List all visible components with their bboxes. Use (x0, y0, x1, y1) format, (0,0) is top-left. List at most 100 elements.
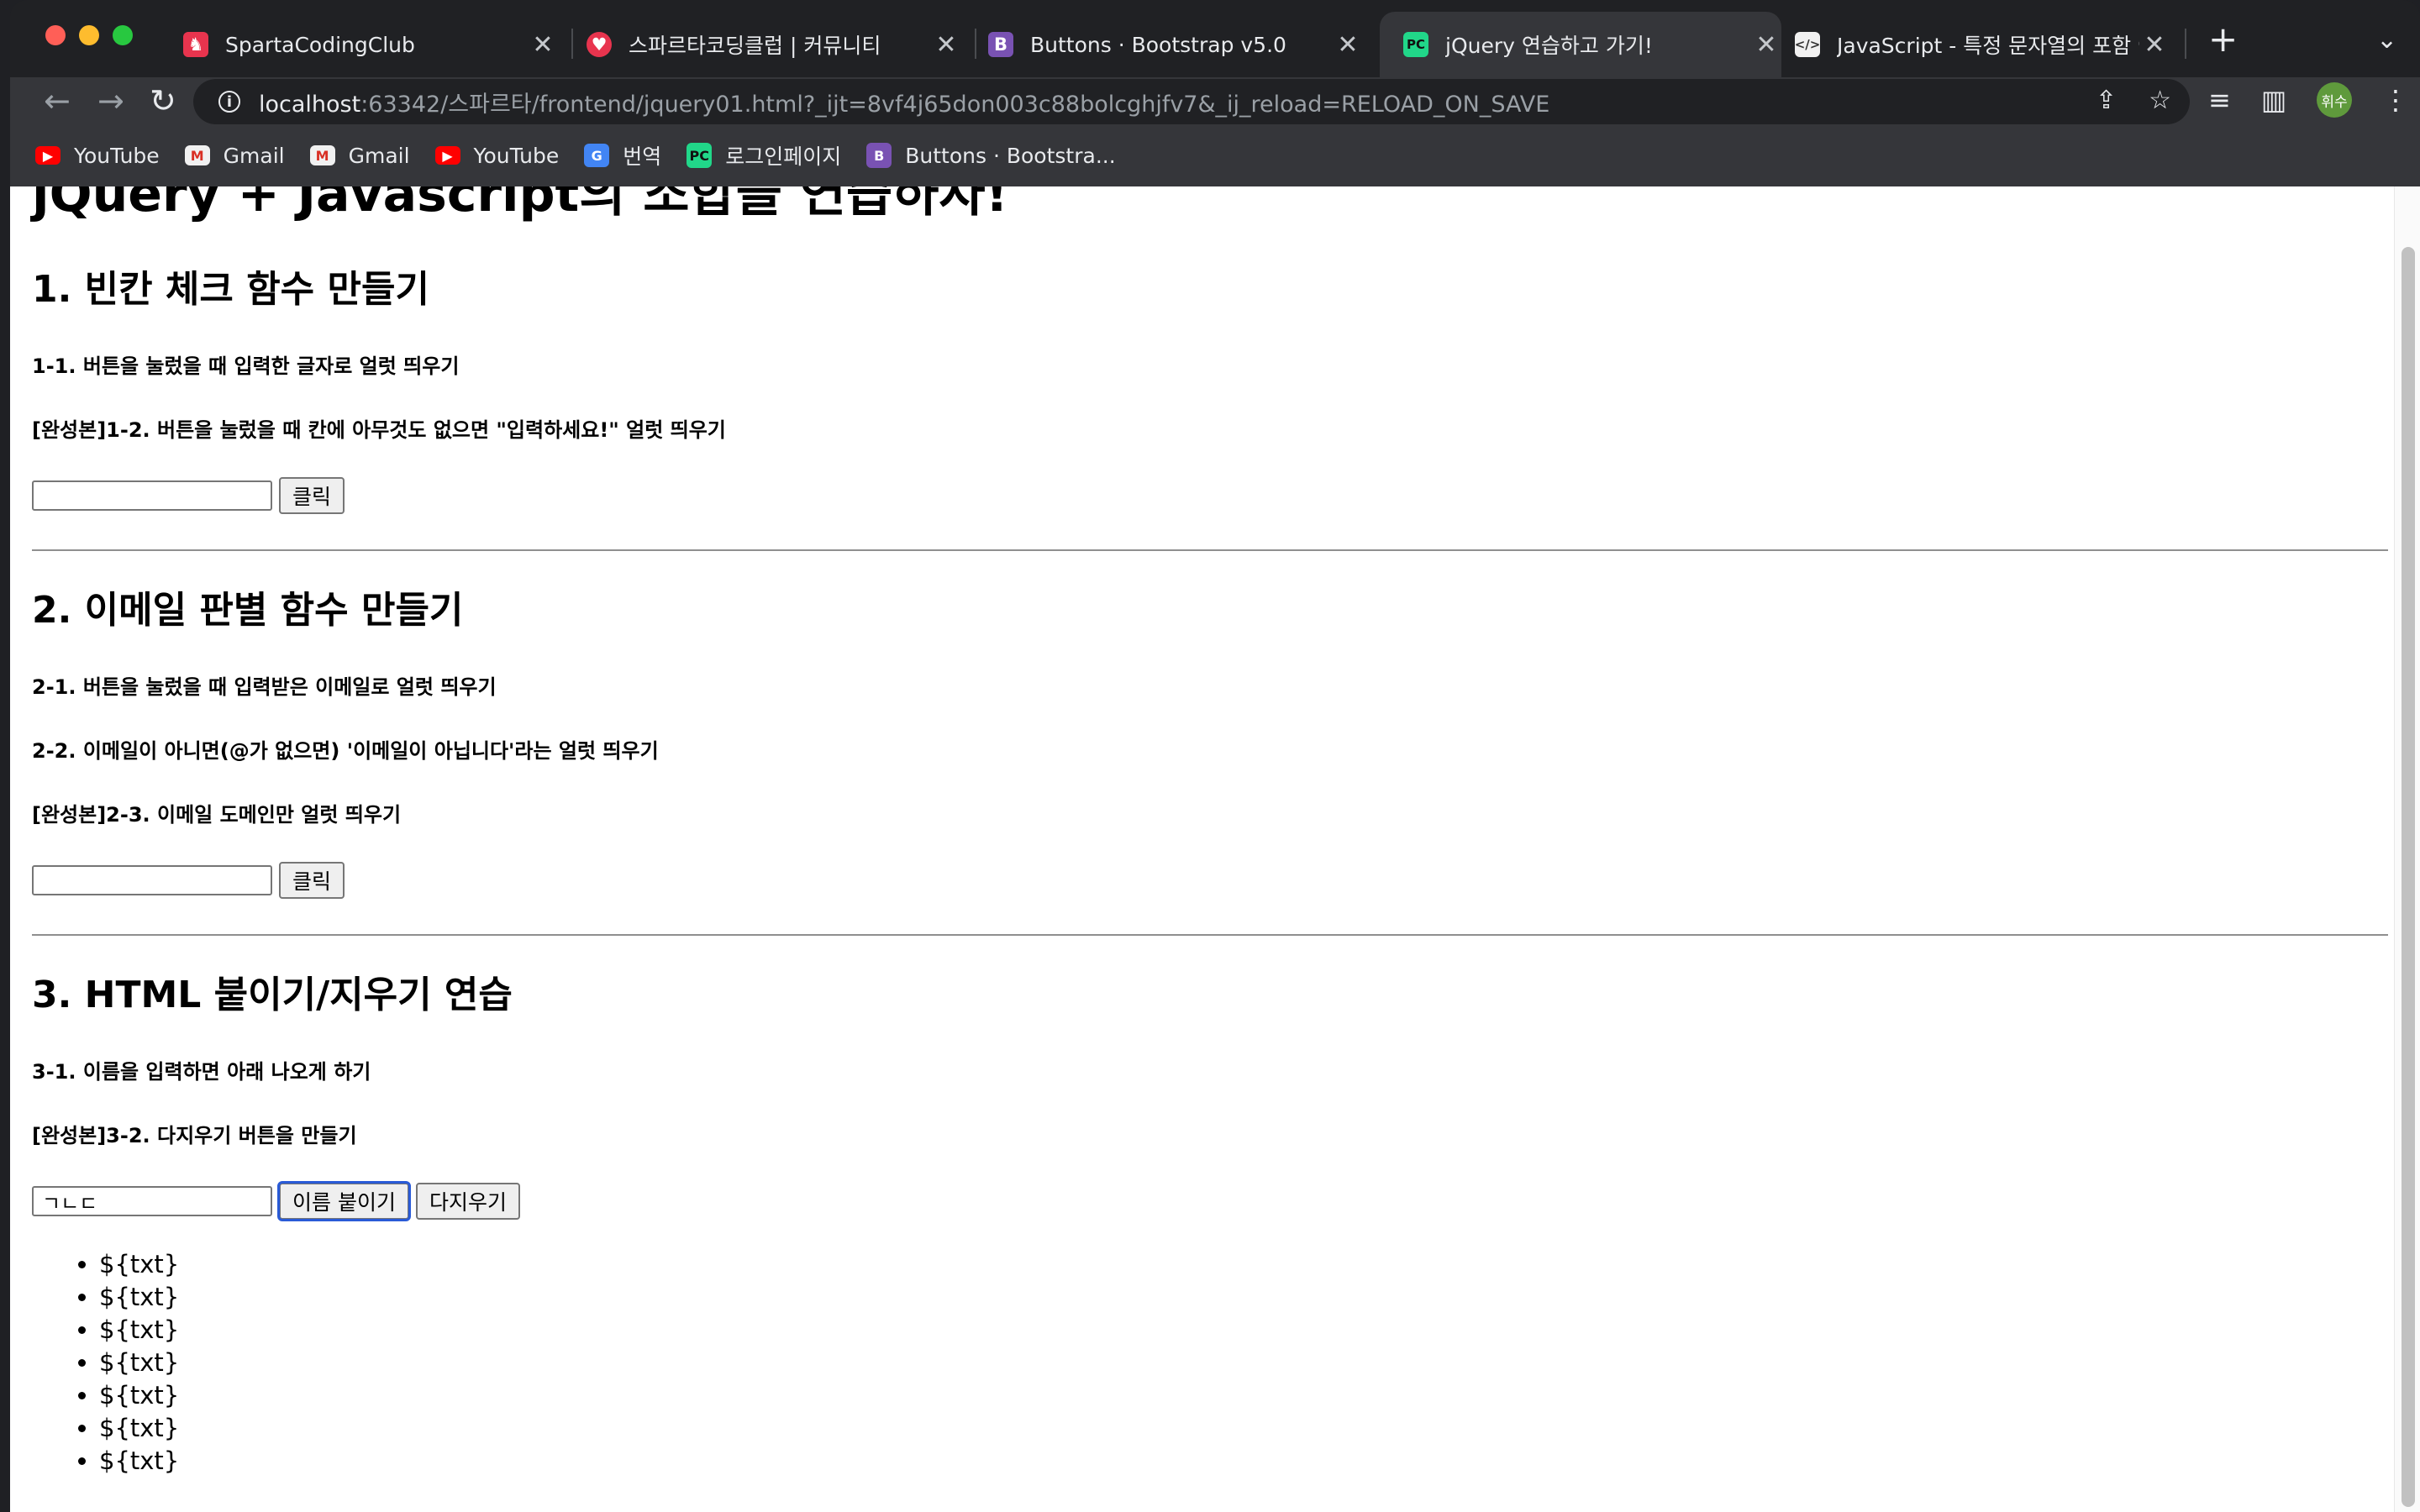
tab-title: SpartaCodingClub (225, 32, 415, 57)
youtube-icon: ▶ (434, 146, 460, 165)
tab-sparta-community[interactable]: ♥ 스파르타코딩클럽 | 커뮤니티 ✕ (587, 12, 961, 77)
append-name-button[interactable]: 이름 붙이기 (277, 1181, 411, 1221)
tab-jquery-practice[interactable]: PC jQuery 연습하고 가기! ✕ (1380, 12, 1781, 77)
window-close-button[interactable] (45, 25, 66, 45)
email-check-button[interactable]: 클릭 (279, 862, 345, 899)
youtube-icon: ▶ (35, 146, 60, 165)
code-icon: </> (1795, 32, 1820, 57)
heart-code-icon: ♥ (587, 32, 612, 57)
list-item: ${txt} (99, 1248, 179, 1281)
tab-divider (571, 29, 573, 59)
url-path: :63342/스파르타/frontend/jquery01.html?_ijt=… (360, 91, 1550, 118)
bookmark-youtube[interactable]: ▶ YouTube (434, 143, 560, 168)
side-panel-icon[interactable]: ▥ (2261, 84, 2286, 116)
names-list: ${txt} ${txt} ${txt} ${txt} ${txt} ${txt… (32, 1248, 179, 1478)
bookmark-label: YouTube (74, 143, 160, 168)
section2-item-2: 2-2. 이메일이 아니면(@가 없으면) '이메일이 아닙니다'라는 얼럿 띄… (32, 739, 659, 763)
close-tab-icon[interactable]: ✕ (1333, 30, 1363, 60)
bootstrap-icon: B (866, 143, 892, 168)
tab-title: 스파르타코딩클럽 | 커뮤니티 (629, 34, 881, 58)
gmail-icon: M (184, 145, 210, 165)
bookmark-star-icon[interactable]: ☆ (2149, 86, 2171, 115)
scrollbar-thumb[interactable] (2402, 247, 2415, 1507)
bookmark-gmail[interactable]: M Gmail (309, 143, 410, 168)
list-item: ${txt} (99, 1347, 179, 1379)
gmail-icon: M (309, 145, 335, 165)
bookmark-youtube[interactable]: ▶ YouTube (35, 144, 160, 168)
pycharm-icon: PC (687, 143, 713, 168)
reload-icon[interactable]: ↻ (150, 82, 176, 119)
list-item: ${txt} (99, 1281, 179, 1314)
close-tab-icon[interactable]: ✕ (528, 30, 558, 60)
pycharm-icon: PC (1403, 32, 1428, 57)
section2-heading: 2. 이메일 판별 함수 만들기 (32, 589, 464, 632)
section2-item-1: 2-1. 버튼을 눌렀을 때 입력받은 이메일로 얼럿 띄우기 (32, 675, 497, 699)
blank-check-input[interactable] (32, 480, 272, 511)
translate-icon: G (584, 144, 610, 167)
media-queue-icon[interactable]: ≡ (2208, 84, 2231, 116)
tab-title: JavaScript - 특정 문자열의 포함 여 (1837, 34, 2139, 58)
section3-form: 이름 붙이기 다지우기 (32, 1181, 520, 1221)
profile-avatar[interactable]: 휘수 (2317, 82, 2353, 118)
tab-bootstrap-buttons[interactable]: B Buttons · Bootstrap v5.0 ✕ (988, 12, 1363, 77)
section1-form: 클릭 (32, 477, 345, 514)
bookmark-label: Gmail (348, 143, 410, 168)
tab-strip: ♞ SpartaCodingClub ✕ ♥ 스파르타코딩클럽 | 커뮤니티 ✕… (10, 0, 2420, 77)
clear-all-button[interactable]: 다지우기 (415, 1183, 520, 1220)
tab-divider (975, 29, 976, 59)
bookmark-bootstrap[interactable]: B Buttons · Bootstra... (866, 143, 1116, 168)
menu-kebab-icon[interactable]: ⋮ (2382, 84, 2409, 116)
tab-title: jQuery 연습하고 가기! (1445, 34, 1653, 58)
blank-check-button[interactable]: 클릭 (279, 477, 345, 514)
section3-heading: 3. HTML 붙이기/지우기 연습 (32, 974, 513, 1016)
tab-search-chevron-icon[interactable]: ⌄ (2376, 25, 2397, 55)
section1-item-1: 1-1. 버튼을 눌렀을 때 입력한 글자로 얼럿 띄우기 (32, 354, 460, 378)
bookmark-label: YouTube (473, 143, 560, 168)
close-tab-icon[interactable]: ✕ (2139, 30, 2170, 60)
bookmark-gmail[interactable]: M Gmail (184, 143, 285, 168)
list-item: ${txt} (99, 1379, 179, 1412)
bookmark-label: Buttons · Bootstra... (905, 143, 1116, 168)
bookmark-label: 번역 (623, 144, 662, 169)
name-input[interactable] (32, 1186, 272, 1216)
list-item: ${txt} (99, 1314, 179, 1347)
bookmark-label: 로그인페이지 (725, 144, 842, 169)
bookmarks-bar: ▶ YouTube M Gmail M Gmail ▶ YouTube G 번역… (10, 124, 2420, 187)
tab-title: Buttons · Bootstrap v5.0 (1030, 32, 1286, 57)
tab-divider (2185, 29, 2186, 59)
url-text[interactable]: localhost:63342/스파르타/frontend/jquery01.h… (259, 86, 1549, 118)
section3-item-2: [완성본]3-2. 다지우기 버튼을 만들기 (32, 1124, 357, 1147)
share-icon[interactable]: ⇪ (2096, 86, 2117, 115)
section1-heading: 1. 빈칸 체크 함수 만들기 (32, 268, 429, 311)
bookmark-login-page[interactable]: PC 로그인페이지 (687, 140, 841, 171)
browser-toolbar: ← → ↻ i localhost:63342/스파르타/frontend/jq… (10, 77, 2420, 124)
window-maximize-button[interactable] (113, 25, 133, 45)
vertical-scrollbar[interactable] (2394, 186, 2420, 1512)
list-item: ${txt} (99, 1445, 179, 1478)
toolbar-actions: ≡ ▥ 휘수 ⋮ (2208, 82, 2409, 118)
url-host: localhost (259, 91, 361, 118)
section2-form: 클릭 (32, 862, 345, 899)
email-input[interactable] (32, 865, 272, 895)
page-viewport: jQuery + Javascript의 조합을 연습하자! 1. 빈칸 체크 … (10, 186, 2420, 1512)
close-tab-icon[interactable]: ✕ (1751, 30, 1781, 60)
new-tab-button[interactable]: + (2208, 22, 2238, 57)
list-item: ${txt} (99, 1412, 179, 1445)
bookmark-translate[interactable]: G 번역 (584, 140, 661, 171)
section-divider (32, 549, 2388, 551)
section3-item-1: 3-1. 이름을 입력하면 아래 나오게 하기 (32, 1060, 371, 1084)
site-info-icon[interactable]: i (218, 91, 240, 113)
bookmark-label: Gmail (223, 143, 285, 168)
page-title: jQuery + Javascript의 조합을 연습하자! (32, 186, 1008, 223)
close-tab-icon[interactable]: ✕ (931, 30, 961, 60)
tab-javascript-string[interactable]: </> JavaScript - 특정 문자열의 포함 여 ✕ (1795, 12, 2170, 77)
tab-spartacodingclub[interactable]: ♞ SpartaCodingClub ✕ (183, 12, 558, 77)
window-minimize-button[interactable] (79, 25, 99, 45)
forward-arrow-icon[interactable]: → (97, 82, 124, 119)
section2-item-3: [완성본]2-3. 이메일 도메인만 얼럿 띄우기 (32, 803, 402, 827)
back-arrow-icon[interactable]: ← (44, 82, 71, 119)
section1-item-2: [완성본]1-2. 버튼을 눌렀을 때 칸에 아무것도 없으면 "입력하세요!"… (32, 418, 726, 442)
omnibox-actions: ⇪ ☆ (2096, 86, 2171, 115)
bootstrap-icon: B (988, 32, 1013, 57)
address-bar[interactable]: i localhost:63342/스파르타/frontend/jquery01… (193, 79, 2190, 124)
